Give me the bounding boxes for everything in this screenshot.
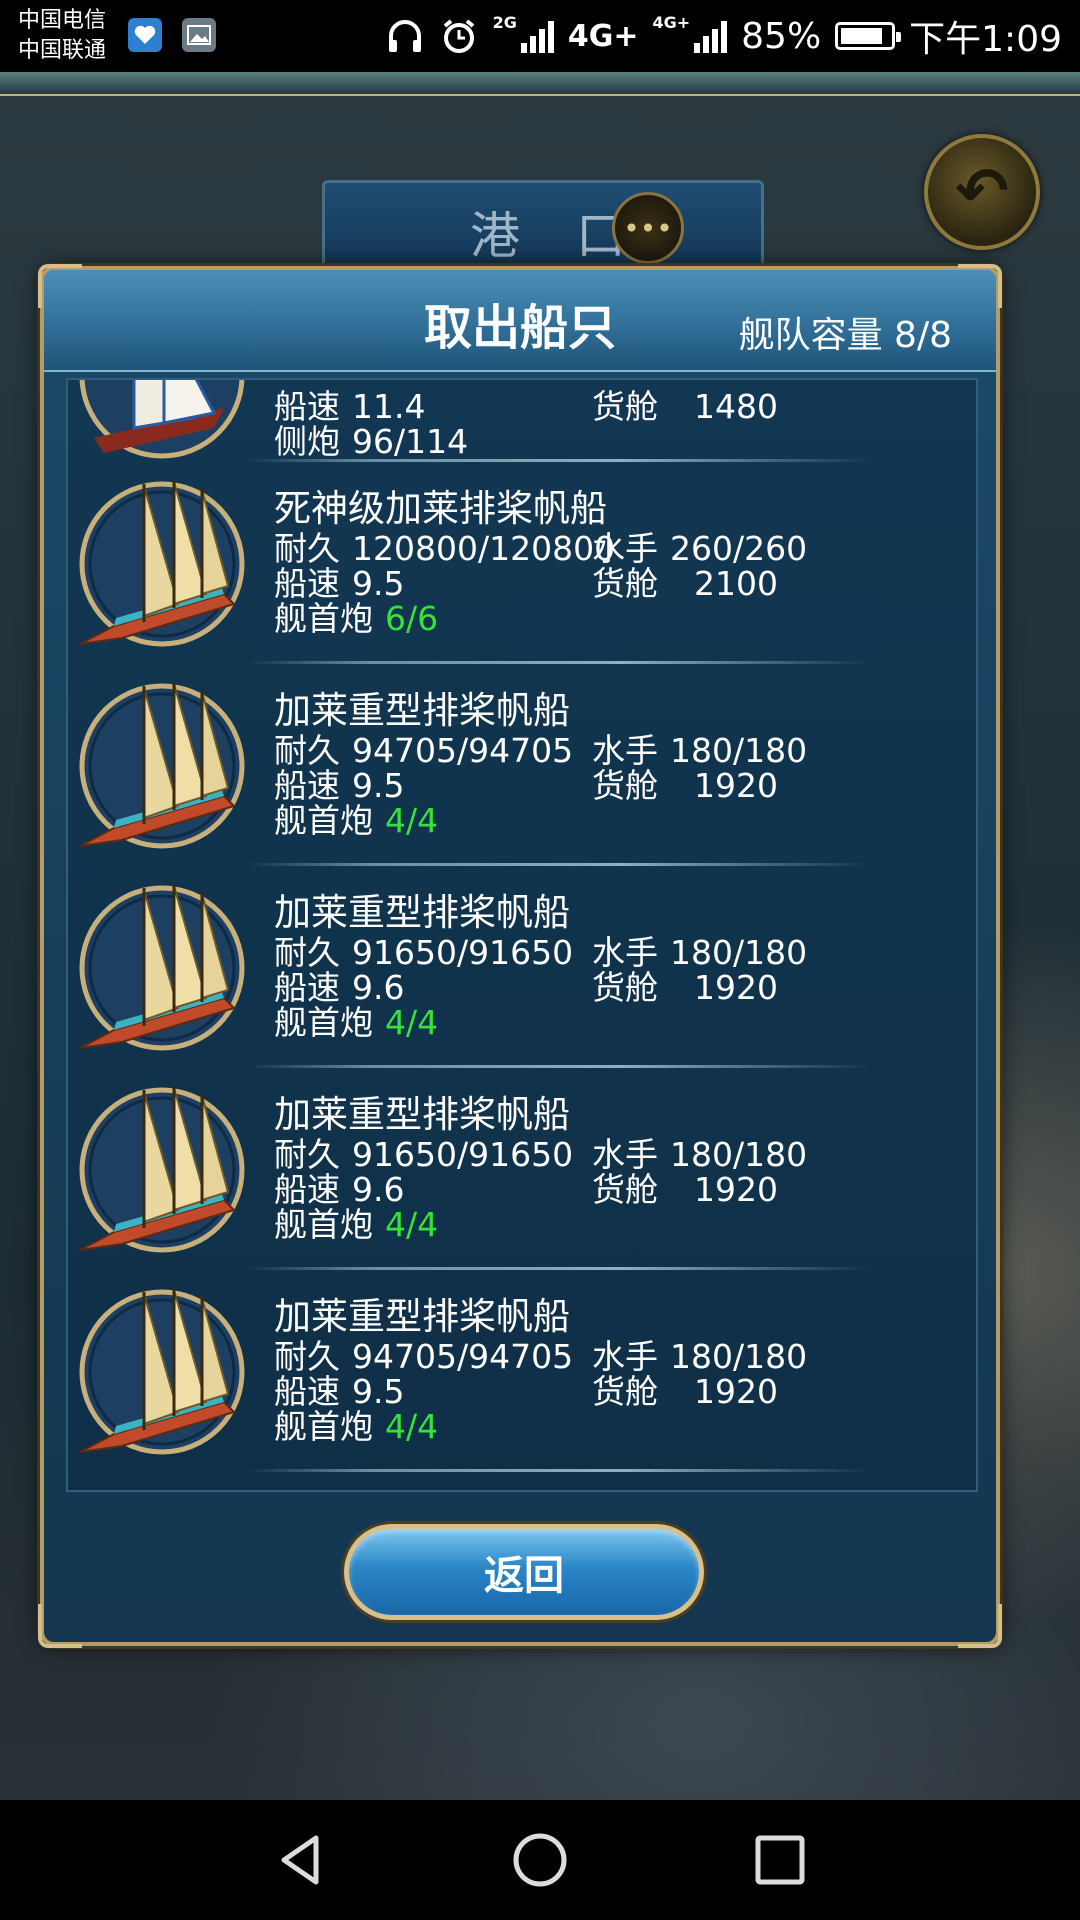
list-item-ship[interactable]: 死神级加莱排桨帆船 耐久 120800/120800 水手 260/260 船速 9.…: [68, 468, 976, 670]
row-divider: [248, 1469, 870, 1472]
carrier-labels: 中国电信 中国联通: [18, 6, 106, 66]
list-item-ship[interactable]: 加莱重型排桨帆船 耐久 94705/94705 水手 180/180 船速 9.5 货…: [68, 670, 976, 872]
return-button-label: 返回: [484, 1553, 564, 1599]
frame-corner: [958, 1604, 1002, 1648]
ship-portrait: [74, 476, 250, 652]
dialog-header: 取出船只 舰队容量 8/8: [44, 270, 996, 372]
ship-cargo: 货舱 1480: [592, 387, 778, 426]
row-divider: [248, 661, 870, 664]
ship-portrait: [74, 380, 250, 464]
ship-cargo: 货舱 1920: [592, 968, 778, 1007]
ship-bow-guns: 舰首炮 4/4: [274, 1003, 439, 1042]
ship-portrait: [74, 678, 250, 854]
signal-2-icon: [694, 19, 728, 53]
frame-corner: [958, 264, 1002, 308]
top-frame-rim: [0, 72, 1080, 96]
ship-bow-guns: 舰首炮 6/6: [274, 599, 439, 638]
circle-home-icon[interactable]: [510, 1830, 570, 1890]
ship-cargo: 货舱 1920: [592, 1170, 778, 1209]
row-divider: [248, 863, 870, 866]
ship-side-guns: 侧炮 96/114: [274, 422, 469, 461]
curved-back-arrow-icon: ↶: [955, 155, 1009, 229]
square-recent-icon[interactable]: [750, 1830, 810, 1890]
ship-portrait: [74, 1082, 250, 1258]
list-item-ship[interactable]: 加莱重型排桨帆船 耐久 94705/94705 水手 180/180 船速 9.5 货…: [68, 1276, 976, 1478]
headphones-icon: [388, 20, 421, 52]
list-item-partial[interactable]: 船速 11.4 货舱 1480 侧炮 96/114: [68, 380, 976, 468]
ship-cargo: 货舱 1920: [592, 1372, 778, 1411]
chat-bubble-icon: •••: [623, 211, 673, 245]
carrier-1: 中国电信: [18, 8, 107, 33]
row-divider: [248, 1267, 870, 1270]
list-item-ship[interactable]: 加莱重型排桨帆船 耐久 91650/91650 水手 180/180 船速 9.6 货…: [68, 1074, 976, 1276]
frame-corner: [38, 264, 82, 308]
health-app-icon: [128, 18, 162, 52]
carrier-2: 中国联通: [18, 38, 107, 63]
status-bar: 中国电信 中国联通 2G 4G+ 4G+ 85% 下午1:09: [0, 0, 1080, 72]
ship-portrait: [74, 1284, 250, 1460]
network-4g: 4G+: [567, 18, 639, 54]
clock: 下午1:09: [909, 19, 1062, 60]
ship-bow-guns: 舰首炮 4/4: [274, 1407, 439, 1446]
battery-icon: [835, 22, 902, 50]
chat-button[interactable]: •••: [612, 192, 684, 264]
battery-percent: 85%: [741, 15, 822, 57]
ship-list-scroll[interactable]: 船速 11.4 货舱 1480 侧炮 96/114 死神级加莱排桨帆船 耐久 12080…: [66, 378, 978, 1492]
network-2g: 2G: [492, 12, 517, 32]
row-divider: [248, 1065, 870, 1068]
fleet-capacity: 舰队容量 8/8: [738, 315, 952, 356]
signal-1-icon: [520, 19, 554, 53]
ship-bow-guns: 舰首炮 4/4: [274, 801, 439, 840]
take-out-ship-dialog: 取出船只 舰队容量 8/8 船速11.4 货舱1480 侧炮96/114: [38, 264, 1002, 1648]
ship-portrait: [74, 880, 250, 1056]
ship-cargo: 货舱 2100: [592, 564, 778, 603]
gallery-app-icon: [182, 18, 216, 52]
android-nav-bar: [0, 1800, 1080, 1920]
row-divider: [248, 459, 870, 462]
triangle-back-icon[interactable]: [270, 1830, 330, 1890]
ship-list: 死神级加莱排桨帆船 耐久 120800/120800 水手 260/260 船速 9.…: [68, 468, 976, 1478]
alarm-icon: [443, 19, 474, 53]
back-button[interactable]: ↶: [924, 134, 1040, 250]
network-4g-sup: 4G+: [652, 12, 691, 32]
status-right: 2G 4G+ 4G+ 85% 下午1:09: [385, 10, 1062, 62]
list-item-ship[interactable]: 加莱重型排桨帆船 耐久 91650/91650 水手 180/180 船速 9.6 货…: [68, 872, 976, 1074]
ship-bow-guns: 舰首炮 4/4: [274, 1205, 439, 1244]
ship-cargo: 货舱 1920: [592, 766, 778, 805]
frame-corner: [38, 1604, 82, 1648]
battery-fill: [841, 28, 882, 44]
return-button[interactable]: 返回: [344, 1524, 704, 1620]
